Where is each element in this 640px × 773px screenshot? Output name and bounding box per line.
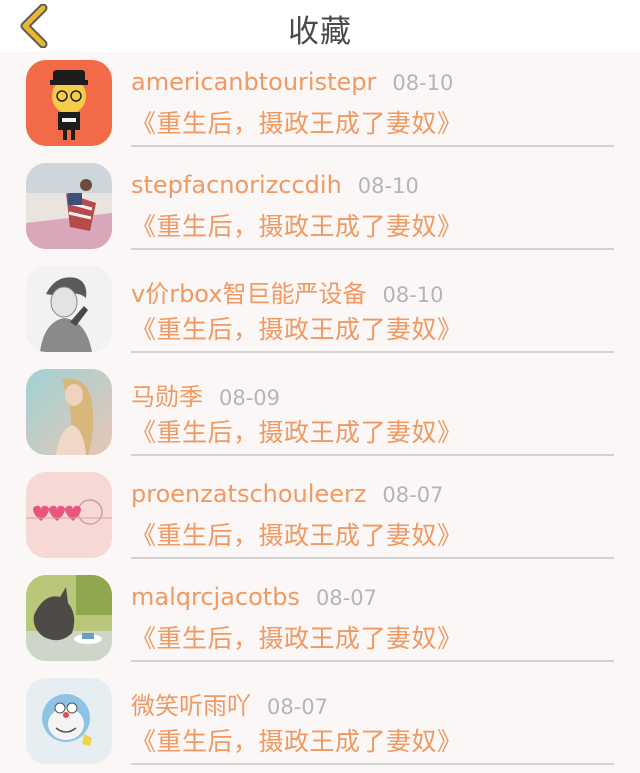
top-bar: 收藏	[0, 0, 640, 52]
item-date: 08-07	[315, 586, 377, 610]
divider	[131, 351, 614, 353]
flag-girl-avatar[interactable]	[26, 163, 112, 249]
user-name[interactable]: americanbtouristepr	[131, 68, 376, 96]
divider	[131, 763, 614, 765]
item-meta: 微笑听雨吖 08-07	[131, 686, 328, 721]
book-title[interactable]: 《重生后，摄政王成了妻奴》	[131, 516, 463, 552]
cat-avatar[interactable]	[26, 575, 112, 661]
item-meta: proenzatschouleerz 08-07	[131, 480, 443, 508]
item-date: 08-09	[219, 386, 281, 410]
user-name[interactable]: stepfacnorizccdih	[131, 171, 342, 199]
item-meta: stepfacnorizccdih 08-10	[131, 171, 419, 199]
user-name[interactable]: 微笑听雨吖	[131, 692, 251, 720]
favorites-list: americanbtouristepr 08-10 《重生后，摄政王成了妻奴》 s…	[0, 52, 640, 773]
sketch-boy-avatar[interactable]	[26, 266, 112, 352]
list-item[interactable]: 马勋季 08-09 《重生后，摄政王成了妻奴》	[0, 361, 640, 464]
list-item[interactable]: americanbtouristepr 08-10 《重生后，摄政王成了妻奴》	[0, 52, 640, 155]
divider	[131, 454, 614, 456]
user-name[interactable]: malqrcjacotbs	[131, 583, 300, 611]
book-title[interactable]: 《重生后，摄政王成了妻奴》	[131, 722, 463, 758]
hearts-avatar[interactable]	[26, 472, 112, 558]
item-date: 08-07	[382, 483, 444, 507]
user-name[interactable]: v价rbox智巨能严设备	[131, 280, 366, 308]
user-name[interactable]: proenzatschouleerz	[131, 480, 366, 508]
doraemon-avatar[interactable]	[26, 678, 112, 764]
user-name[interactable]: 马勋季	[131, 383, 203, 411]
book-title[interactable]: 《重生后，摄政王成了妻奴》	[131, 310, 463, 346]
list-item[interactable]: 微笑听雨吖 08-07 《重生后，摄政王成了妻奴》	[0, 670, 640, 773]
book-title[interactable]: 《重生后，摄政王成了妻奴》	[131, 413, 463, 449]
item-date: 08-10	[382, 283, 444, 307]
list-item[interactable]: stepfacnorizccdih 08-10 《重生后，摄政王成了妻奴》	[0, 155, 640, 258]
page-title: 收藏	[288, 14, 352, 50]
item-meta: malqrcjacotbs 08-07	[131, 583, 377, 611]
divider	[131, 145, 614, 147]
item-meta: v价rbox智巨能严设备 08-10	[131, 274, 443, 309]
item-meta: americanbtouristepr 08-10	[131, 68, 453, 96]
list-item[interactable]: v价rbox智巨能严设备 08-10 《重生后，摄政王成了妻奴》	[0, 258, 640, 361]
book-title[interactable]: 《重生后，摄政王成了妻奴》	[131, 104, 463, 140]
divider	[131, 248, 614, 250]
item-meta: 马勋季 08-09	[131, 377, 280, 412]
item-date: 08-07	[267, 695, 329, 719]
book-title[interactable]: 《重生后，摄政王成了妻奴》	[131, 207, 463, 243]
item-date: 08-10	[392, 71, 454, 95]
book-title[interactable]: 《重生后，摄政王成了妻奴》	[131, 619, 463, 655]
list-item[interactable]: proenzatschouleerz 08-07 《重生后，摄政王成了妻奴》	[0, 464, 640, 567]
list-item[interactable]: malqrcjacotbs 08-07 《重生后，摄政王成了妻奴》	[0, 567, 640, 670]
blonde-girl-avatar[interactable]	[26, 369, 112, 455]
divider	[131, 557, 614, 559]
divider	[131, 660, 614, 662]
cartoon-girl-avatar[interactable]	[26, 60, 112, 146]
item-date: 08-10	[357, 174, 419, 198]
